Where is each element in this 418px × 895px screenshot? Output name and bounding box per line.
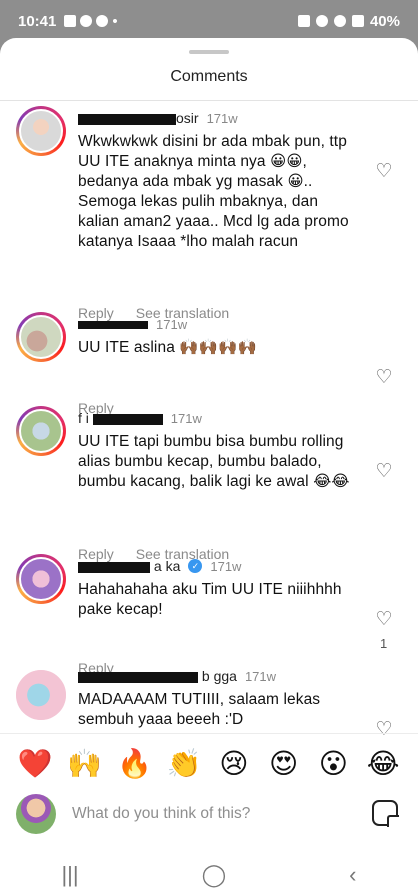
crying-reaction-button[interactable]: 😢: [216, 747, 252, 780]
avatar[interactable]: [16, 312, 66, 362]
system-nav-bar: ||| ◯ ‹: [0, 855, 418, 895]
comment-input[interactable]: What do you think of this?: [72, 805, 250, 823]
home-button[interactable]: ◯: [202, 862, 227, 888]
like-heart-icon[interactable]: ♡: [374, 162, 394, 182]
redaction-bar: [78, 321, 148, 330]
like-heart-icon[interactable]: ♡: [374, 462, 394, 482]
message-icon: [64, 15, 77, 27]
comment-composer: What do you think of this?: [0, 794, 418, 836]
fire-reaction-button[interactable]: 🔥: [116, 747, 152, 780]
avatar[interactable]: [16, 670, 66, 720]
account-icon: [96, 15, 109, 27]
comment-time: 171w: [206, 110, 238, 126]
avatar[interactable]: [16, 106, 66, 156]
comment-time: 171w: [156, 316, 188, 332]
like-heart-icon[interactable]: ♡: [374, 610, 394, 630]
back-button[interactable]: ‹: [349, 862, 356, 888]
clap-reaction-button[interactable]: 👏: [166, 747, 202, 780]
surprised-reaction-button[interactable]: 😮: [315, 747, 351, 780]
messenger-icon: [80, 15, 93, 27]
signal-icon: [351, 15, 364, 27]
more-notifications-dot: •: [112, 12, 118, 30]
laughing-reaction-button[interactable]: 😂: [365, 747, 401, 780]
raised-hands-reaction-button[interactable]: 🙌: [67, 747, 103, 780]
divider: [0, 100, 418, 101]
username[interactable]: a ka: [78, 558, 180, 574]
heart-eyes-reaction-button[interactable]: 😍: [266, 747, 302, 780]
sticker-icon[interactable]: [372, 800, 399, 827]
redaction-bar: [78, 671, 198, 683]
username[interactable]: b gga: [78, 668, 237, 684]
avatar[interactable]: [16, 554, 66, 604]
username[interactable]: [78, 316, 148, 332]
alarm-icon: [315, 15, 328, 27]
comment-text: UU ITE tapi bumbu bisa bumbu rolling ali…: [78, 433, 350, 490]
recents-button[interactable]: |||: [61, 862, 78, 888]
verified-badge-icon: ✓: [188, 559, 203, 573]
avatar[interactable]: [16, 406, 66, 456]
status-bar: 10:41 • 40%: [0, 0, 418, 42]
notification-icons: •: [64, 12, 118, 30]
sheet-title: Comments: [170, 68, 248, 85]
comment-text: MADAAAAM TUTIIII, salaam lekas sembuh ya…: [78, 691, 321, 728]
redaction-bar: [78, 113, 176, 125]
comment-text: UU ITE aslina 🙌🏾🙌🏾🙌🏾🙌🏾: [78, 339, 257, 356]
comment-time: 171w: [170, 410, 202, 426]
status-time: 10:41: [18, 12, 57, 30]
username[interactable]: f i: [78, 410, 163, 426]
drag-handle[interactable]: [189, 50, 229, 54]
battery-level: 40%: [369, 12, 400, 30]
like-count: 1: [380, 636, 388, 651]
quick-reactions-bar: ❤️ 🙌 🔥 👏 😢 😍 😮 😂: [0, 733, 418, 793]
username[interactable]: osir: [78, 110, 199, 126]
system-icons: 40%: [297, 12, 400, 30]
comment-text: Wkwkwkwk disini br ada mbak pun, ttp UU …: [78, 133, 349, 250]
my-avatar: [16, 794, 56, 834]
redaction-bar: [92, 413, 163, 425]
like-heart-icon[interactable]: ♡: [374, 368, 394, 388]
comment-time: 171w: [210, 558, 242, 574]
comment-time: 171w: [244, 668, 277, 684]
heart-reaction-button[interactable]: ❤️: [17, 747, 53, 780]
lock-icon: [297, 15, 310, 27]
redaction-bar: [78, 561, 150, 573]
comment-text: Hahahahaha aku Tim UU ITE niiihhhh pake …: [78, 581, 342, 618]
wifi-icon: [333, 15, 346, 27]
comments-sheet: Comments osir 171w Wkwkwkwk disini br ad…: [0, 38, 418, 895]
